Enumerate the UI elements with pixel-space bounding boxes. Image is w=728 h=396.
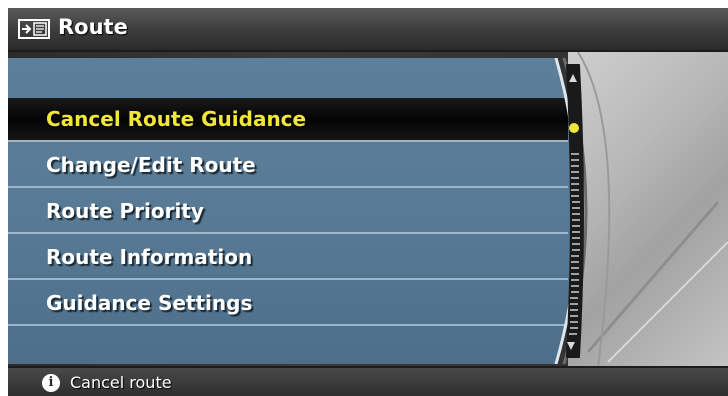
- nav-screen: Route Cancel Route Guidance Change/Edit …: [8, 8, 728, 396]
- status-bar: i Cancel route: [8, 366, 728, 396]
- status-text: Cancel route: [70, 373, 172, 392]
- info-icon: i: [42, 374, 60, 392]
- title-bar: Route: [8, 8, 728, 52]
- route-menu-icon: [18, 19, 50, 39]
- menu-edge-curve: [554, 58, 588, 364]
- page-title: Route: [58, 15, 128, 39]
- scrollbar[interactable]: [562, 64, 584, 358]
- scroll-position-indicator: [569, 123, 579, 133]
